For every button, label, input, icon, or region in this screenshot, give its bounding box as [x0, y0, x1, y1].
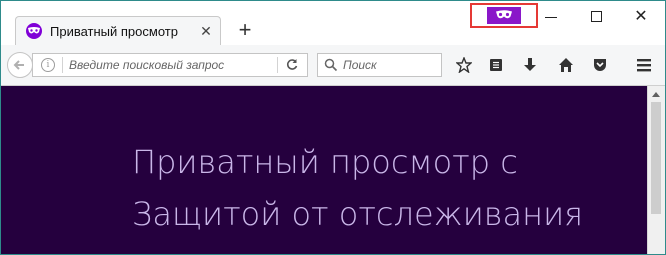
search-bar[interactable]: Поиск: [317, 53, 442, 77]
minimize-button[interactable]: [531, 3, 571, 31]
page-headline: Приватный просмотр с Защитой от отслежив…: [132, 136, 583, 240]
headline-line-2: Защитой от отслеживания: [132, 195, 584, 233]
download-icon[interactable]: [522, 57, 538, 73]
url-divider: [62, 57, 63, 73]
reload-icon[interactable]: [285, 58, 299, 72]
back-arrow-icon: [13, 60, 24, 70]
private-browsing-page: Приватный просмотр с Защитой от отслежив…: [1, 86, 665, 254]
tab-label: Приватный просмотр: [50, 24, 178, 39]
title-bar: Приватный просмотр ✕ + ✕: [1, 1, 665, 46]
url-divider: [277, 57, 278, 73]
headline-line-1: Приватный просмотр с: [132, 143, 518, 181]
home-icon[interactable]: [558, 57, 574, 73]
menu-icon[interactable]: [636, 57, 652, 73]
back-button[interactable]: [7, 52, 33, 78]
new-tab-button[interactable]: +: [234, 19, 256, 41]
search-input[interactable]: Поиск: [343, 58, 377, 72]
private-mask-icon: [26, 23, 42, 39]
search-icon: [324, 58, 338, 72]
url-bar[interactable]: i Введите поисковый запрос: [32, 53, 308, 77]
maximize-button[interactable]: [577, 3, 617, 31]
pocket-icon[interactable]: [592, 57, 608, 73]
private-mask-badge: [487, 7, 521, 24]
info-icon[interactable]: i: [41, 58, 55, 72]
scroll-thumb[interactable]: [651, 102, 661, 214]
tab-close-icon[interactable]: ✕: [198, 23, 214, 39]
browser-window: Приватный просмотр ✕ + ✕ i Введите поиск…: [0, 0, 666, 255]
private-browsing-indicator: [470, 3, 538, 28]
url-input[interactable]: Введите поисковый запрос: [69, 58, 269, 72]
vertical-scrollbar[interactable]: [647, 86, 665, 254]
scroll-up-arrow-icon[interactable]: [652, 92, 660, 97]
reading-list-icon[interactable]: [488, 57, 504, 73]
navigation-toolbar: i Введите поисковый запрос Поиск: [1, 45, 665, 86]
tab-private-browsing[interactable]: Приватный просмотр ✕: [15, 16, 221, 46]
close-window-button[interactable]: ✕: [621, 3, 661, 31]
bookmark-star-icon[interactable]: [456, 57, 472, 73]
private-mask-icon: [496, 10, 512, 19]
